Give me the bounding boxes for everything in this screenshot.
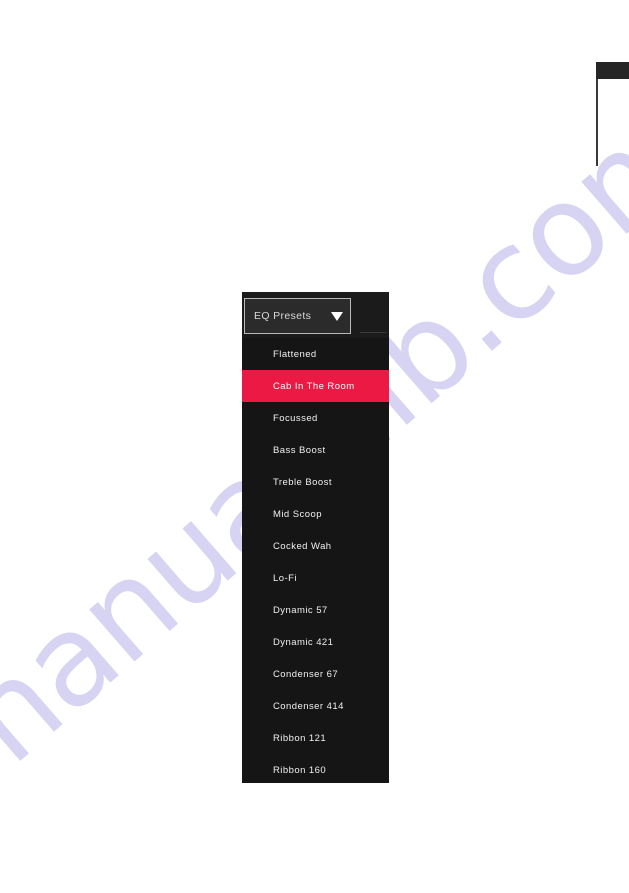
preset-item-label: Lo-Fi bbox=[273, 572, 297, 584]
preset-item[interactable]: Mid Scoop bbox=[242, 498, 389, 530]
eq-presets-combobox[interactable]: EQ Presets bbox=[244, 298, 351, 334]
header-divider bbox=[360, 332, 386, 333]
preset-item-label: Cocked Wah bbox=[273, 540, 332, 552]
preset-item-label: Mid Scoop bbox=[273, 508, 322, 520]
preset-item[interactable]: Ribbon 160 bbox=[242, 754, 389, 786]
preset-item-label: Focussed bbox=[273, 412, 318, 424]
preset-item-label: Flattened bbox=[273, 348, 317, 360]
document-page: manualslib.com EQ Presets FlattenedCab I… bbox=[0, 0, 629, 893]
preset-item-label: Ribbon 121 bbox=[273, 732, 327, 744]
preset-item[interactable]: Focussed bbox=[242, 402, 389, 434]
preset-item[interactable]: Dynamic 421 bbox=[242, 626, 389, 658]
preset-item[interactable]: Bass Boost bbox=[242, 434, 389, 466]
preset-item-label: Treble Boost bbox=[273, 476, 332, 488]
preset-item-label: Cab In The Room bbox=[273, 380, 355, 392]
preset-item[interactable]: Flattened bbox=[242, 338, 389, 370]
preset-item[interactable]: Lo-Fi bbox=[242, 562, 389, 594]
preset-item[interactable]: Condenser 67 bbox=[242, 658, 389, 690]
eq-presets-panel: EQ Presets Flattened Cab In The Room Focus… bbox=[242, 292, 389, 783]
page-corner-tab bbox=[596, 62, 629, 79]
eq-panel-header: EQ Presets bbox=[242, 292, 389, 338]
preset-item-label: Ribbon 160 bbox=[273, 764, 327, 776]
preset-item[interactable]: Cocked Wah bbox=[242, 530, 389, 562]
preset-item[interactable]: Dynamic 57 bbox=[242, 594, 389, 626]
preset-item[interactable]: Ribbon 121 bbox=[242, 722, 389, 754]
preset-item[interactable]: Treble Boost bbox=[242, 466, 389, 498]
page-corner-rule bbox=[596, 79, 598, 166]
eq-presets-combobox-label: EQ Presets bbox=[254, 310, 312, 322]
preset-item-label: Condenser 67 bbox=[273, 668, 339, 680]
chevron-down-icon bbox=[331, 311, 343, 321]
preset-item[interactable]: Condenser 414 bbox=[242, 690, 389, 722]
preset-item-label: Dynamic 57 bbox=[273, 604, 328, 616]
eq-presets-dropdown-list[interactable]: Flattened Cab In The Room Focussed Bass Boo… bbox=[242, 338, 389, 783]
preset-item-label: Bass Boost bbox=[273, 444, 326, 456]
preset-item-label: Condenser 414 bbox=[273, 700, 344, 712]
preset-item[interactable]: Cab In The Room bbox=[242, 370, 389, 402]
preset-item-label: Dynamic 421 bbox=[273, 636, 334, 648]
